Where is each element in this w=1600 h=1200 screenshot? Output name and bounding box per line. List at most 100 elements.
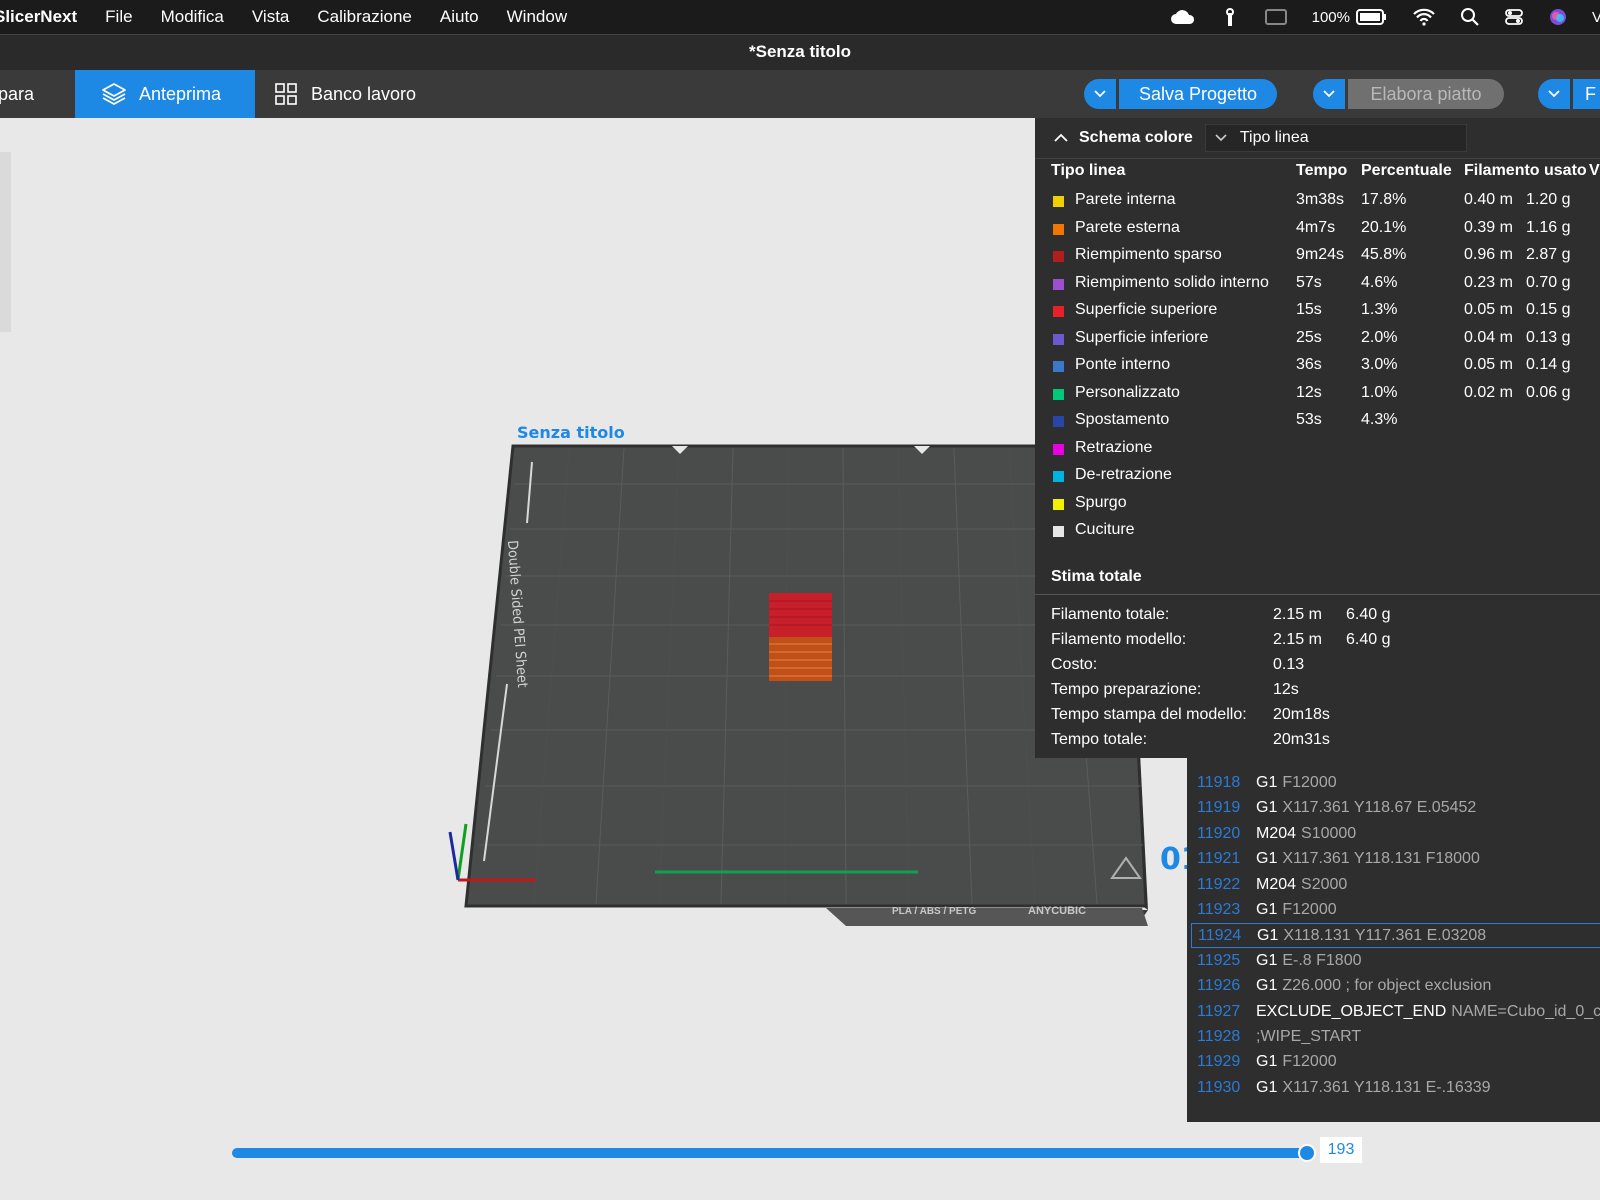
menu-vista[interactable]: Vista (252, 7, 290, 27)
header-display[interactable]: V (1589, 162, 1600, 180)
gcode-line-number: 11926 (1197, 977, 1241, 995)
menu-file[interactable]: File (105, 7, 132, 27)
gcode-opcode: G1 (1256, 850, 1278, 868)
header-filament: Filamento usato (1464, 162, 1587, 179)
menu-calibrazione[interactable]: Calibrazione (317, 7, 412, 27)
battery-icon[interactable] (1356, 8, 1388, 26)
totals-row: Filamento totale: 2.15 m 6.40 g (1035, 604, 1600, 629)
color-scheme-select[interactable]: Tipo linea (1204, 124, 1467, 152)
gcode-opcode: G1 (1256, 1053, 1278, 1071)
legend-row-time: 15s (1296, 301, 1322, 318)
layer-slider-track[interactable] (232, 1148, 1308, 1158)
print-dropdown-button[interactable] (1538, 79, 1570, 109)
gcode-line[interactable]: 11925 G1 E-.8 F1800 (1187, 949, 1600, 974)
legend-row[interactable]: Spostamento 53s 4.3% (1035, 408, 1600, 436)
cellular-icon[interactable] (1220, 7, 1240, 27)
gcode-line[interactable]: 11926 G1 Z26.000 ; for object exclusion (1187, 974, 1600, 999)
legend-row-percent: 4.6% (1361, 273, 1398, 291)
gcode-line[interactable]: 11919 G1 X117.361 Y118.67 E.05452 (1187, 796, 1600, 821)
totals-row: Tempo stampa del modello: 20m18s (1035, 704, 1600, 729)
color-swatch (1053, 251, 1064, 262)
creative-cloud-icon[interactable] (1170, 8, 1196, 26)
gcode-line[interactable]: 11930 G1 X117.361 Y118.131 E-.16339 (1187, 1076, 1600, 1101)
spotlight-search-icon[interactable] (1460, 7, 1480, 27)
color-swatch (1053, 471, 1064, 482)
legend-row-label: Parete interna (1075, 191, 1176, 208)
slice-dropdown-button[interactable] (1313, 79, 1345, 109)
totals-label: Tempo preparazione: (1051, 681, 1202, 698)
menubar-status-area: 100% V (1158, 0, 1600, 34)
collapse-chevron-icon[interactable] (1053, 133, 1069, 143)
totals-divider (1035, 594, 1600, 595)
gcode-line[interactable]: 11918 G1 F12000 (1187, 771, 1600, 796)
print-button[interactable]: F (1573, 79, 1600, 109)
legend-row[interactable]: Personalizzato 12s 1.0% 0.02 m 0.06 g (1035, 381, 1600, 409)
gcode-line[interactable]: 11920 M204 S10000 (1187, 822, 1600, 847)
gcode-command: G1 X117.361 Y118.131 E-.16339 (1256, 1079, 1491, 1097)
display-icon[interactable] (1264, 8, 1288, 26)
legend-row[interactable]: Parete esterna 4m7s 20.1% 0.39 m 1.16 g (1035, 216, 1600, 244)
gcode-line-number: 11925 (1197, 951, 1241, 969)
gcode-line[interactable]: 11921 G1 X117.361 Y118.131 F18000 (1187, 847, 1600, 872)
gcode-line[interactable]: 11929 G1 F12000 (1187, 1050, 1600, 1075)
3d-viewport[interactable]: Senza titolo Double Sided PEI Sheet PLA … (0, 118, 1600, 1200)
tab-prepare[interactable]: para (0, 70, 74, 118)
main-toolbar: para Anteprima Banco lavoro Salva Proget… (0, 70, 1600, 118)
legend-row[interactable]: Riempimento solido interno 57s 4.6% 0.23 m 0… (1035, 271, 1600, 299)
wifi-icon[interactable] (1412, 8, 1436, 26)
color-scheme-value: Tipo linea (1239, 129, 1309, 146)
plate-name-label[interactable]: Senza titolo (517, 423, 625, 442)
control-center-icon[interactable] (1504, 7, 1524, 27)
legend-row-length: 0.23 m (1464, 273, 1513, 291)
legend-row[interactable]: Parete interna 3m38s 17.8% 0.40 m 1.20 g (1035, 188, 1600, 216)
totals-row: Tempo totale: 20m31s (1035, 729, 1600, 754)
legend-row[interactable]: Ponte interno 36s 3.0% 0.05 m 0.14 g (1035, 353, 1600, 381)
legend-row[interactable]: Spurgo (1035, 491, 1600, 519)
color-swatch (1053, 526, 1064, 537)
tab-preview[interactable]: Anteprima (75, 70, 255, 118)
legend-row[interactable]: Cuciture (1035, 518, 1600, 546)
menu-aiuto[interactable]: Aiuto (440, 7, 479, 27)
layer-slider-handle[interactable] (1298, 1144, 1316, 1162)
header-time: Tempo (1296, 162, 1348, 179)
legend-row-length: 0.39 m (1464, 218, 1513, 236)
gcode-viewer[interactable]: 11918 G1 F12000 11919 G1 X117.361 Y118.67 E.0… (1187, 758, 1600, 1122)
legend-row-length: 0.40 m (1464, 191, 1513, 208)
gcode-params: S10000 (1301, 824, 1357, 842)
legend-row[interactable]: Retrazione (1035, 436, 1600, 464)
gcode-line-selected[interactable]: 11924 G1 X118.131 Y117.361 E.03208 (1191, 923, 1600, 949)
gcode-command: G1 F12000 (1256, 774, 1337, 792)
legend-row[interactable]: De-retrazione (1035, 463, 1600, 491)
menu-window[interactable]: Window (507, 7, 567, 27)
gcode-line[interactable]: 11922 M204 S2000 (1187, 873, 1600, 898)
gcode-params: X117.361 Y118.67 E.05452 (1282, 799, 1477, 817)
legend-row-label: De-retrazione (1075, 466, 1172, 483)
menubar-trailing-text[interactable]: V (1592, 9, 1600, 26)
gcode-line[interactable]: 11928 ;WIPE_START (1187, 1025, 1600, 1050)
menu-modifica[interactable]: Modifica (161, 7, 224, 27)
color-swatch (1053, 498, 1064, 510)
legend-row[interactable]: Superficie inferiore 25s 2.0% 0.04 m 0.13 g (1035, 326, 1600, 354)
gcode-line-number: 11924 (1198, 927, 1242, 945)
totals-label: Tempo totale: (1051, 731, 1148, 748)
gcode-opcode: G1 (1257, 927, 1279, 945)
legend-row[interactable]: Superficie superiore 15s 1.3% 0.05 m 0.15 g (1035, 298, 1600, 326)
totals-value-1: 0.13 (1273, 656, 1305, 673)
slice-plate-button[interactable]: Elabora piatto (1348, 79, 1504, 109)
gcode-command: M204 S10000 (1256, 825, 1356, 843)
save-project-button[interactable]: Salva Progetto (1119, 79, 1278, 109)
siri-icon[interactable] (1548, 7, 1568, 27)
gcode-line[interactable]: 11923 G1 F12000 (1187, 898, 1600, 923)
totals-value-1: 2.15 m (1273, 631, 1322, 648)
save-dropdown-button[interactable] (1084, 79, 1116, 109)
legend-row-length: 0.05 m (1464, 356, 1513, 373)
tab-prepare-label: para (0, 83, 35, 104)
menu-app-name[interactable]: SlicerNext (0, 7, 77, 27)
legend-row-label: Cuciture (1075, 521, 1135, 538)
tab-workbench[interactable]: Banco lavoro (255, 70, 435, 118)
gcode-opcode: M204 (1256, 824, 1297, 842)
legend-row[interactable]: Riempimento sparso 9m24s 45.8% 0.96 m 2.87 g (1035, 243, 1600, 271)
gcode-command: G1 F12000 (1256, 1053, 1337, 1071)
gcode-line[interactable]: 11927 EXCLUDE_OBJECT_END NAME=Cubo_id_0_c (1187, 1000, 1600, 1025)
legend-row-label: Riempimento solido interno (1075, 273, 1269, 291)
